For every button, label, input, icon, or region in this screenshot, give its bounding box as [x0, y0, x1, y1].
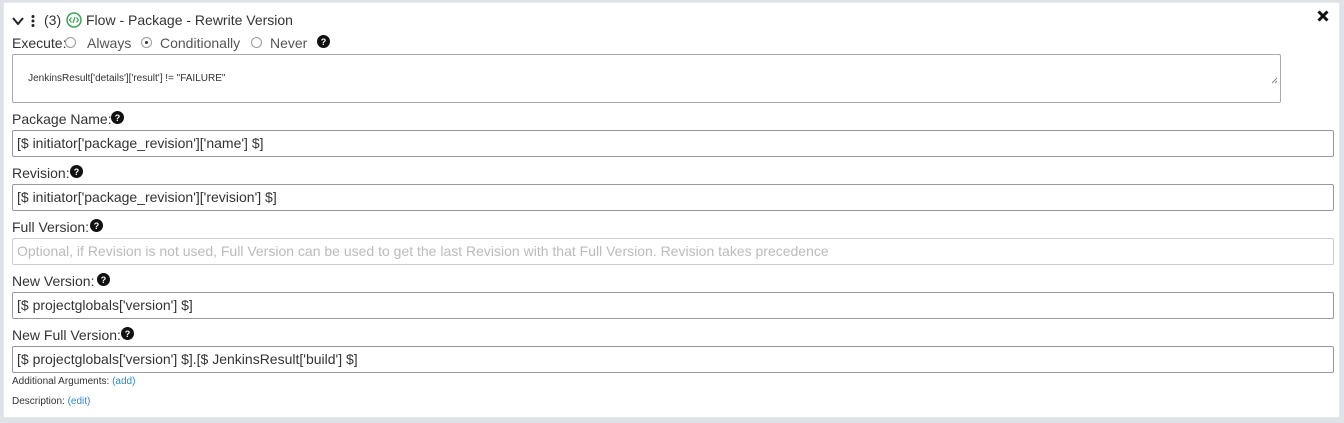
svg-text:?: ? — [101, 275, 107, 285]
condition-text: JenkinsResult['details']['result'] != "F… — [28, 73, 226, 84]
edit-description-link[interactable]: (edit) — [68, 396, 91, 407]
radio-always-label: Always — [87, 35, 132, 51]
help-icon[interactable]: ? — [317, 35, 330, 53]
radio-conditionally[interactable] — [141, 37, 152, 48]
step-number: (3) — [44, 12, 62, 28]
step-header: (3) Flow - Package - Rewrite Version — [4, 3, 1339, 33]
code-flow-icon — [66, 12, 82, 33]
new-full-version-label: New Full Version: — [12, 327, 121, 343]
package-name-label: Package Name: — [12, 111, 112, 127]
radio-always[interactable] — [65, 37, 76, 48]
svg-text:?: ? — [125, 329, 131, 339]
step-panel: (3) Flow - Package - Rewrite Version Exe… — [3, 2, 1340, 418]
revision-label: Revision: — [12, 165, 70, 181]
help-icon[interactable]: ? — [97, 273, 110, 291]
close-icon[interactable] — [1317, 9, 1329, 27]
help-icon[interactable]: ? — [121, 327, 134, 345]
new-full-version-input[interactable]: [$ projectglobals['version'] $].[$ Jenki… — [12, 346, 1334, 373]
step-title: Flow - Package - Rewrite Version — [86, 12, 293, 28]
svg-text:?: ? — [321, 37, 327, 47]
new-version-input[interactable]: [$ projectglobals['version'] $] — [12, 292, 1334, 319]
full-version-label: Full Version: — [12, 219, 90, 235]
help-icon[interactable]: ? — [111, 111, 124, 129]
svg-text:?: ? — [115, 113, 121, 123]
additional-arguments-label: Additional Arguments: — [12, 376, 110, 387]
radio-never-label: Never — [270, 35, 308, 51]
revision-input[interactable]: [$ initiator['package_revision']['revisi… — [12, 184, 1334, 211]
full-version-input[interactable]: Optional, if Revision is not used, Full … — [12, 238, 1334, 265]
svg-text:?: ? — [74, 167, 80, 177]
help-icon[interactable]: ? — [70, 165, 83, 183]
vertical-dots-icon[interactable] — [31, 14, 35, 32]
svg-text:?: ? — [94, 221, 100, 231]
help-icon[interactable]: ? — [90, 219, 103, 237]
description-label: Description: — [12, 396, 65, 407]
execute-label: Execute: — [12, 35, 67, 51]
chevron-down-icon[interactable] — [12, 13, 24, 31]
additional-arguments: Additional Arguments: (add) — [12, 376, 135, 387]
new-version-label: New Version: — [12, 273, 95, 289]
description: Description: (edit) — [12, 396, 90, 407]
radio-never[interactable] — [251, 37, 262, 48]
resize-handle-icon[interactable] — [1254, 64, 1278, 100]
add-arguments-link[interactable]: (add) — [112, 376, 135, 387]
radio-conditionally-label: Conditionally — [160, 35, 241, 51]
package-name-input[interactable]: [$ initiator['package_revision']['name']… — [12, 130, 1334, 157]
condition-textarea[interactable]: JenkinsResult['details']['result'] != "F… — [12, 54, 1281, 103]
